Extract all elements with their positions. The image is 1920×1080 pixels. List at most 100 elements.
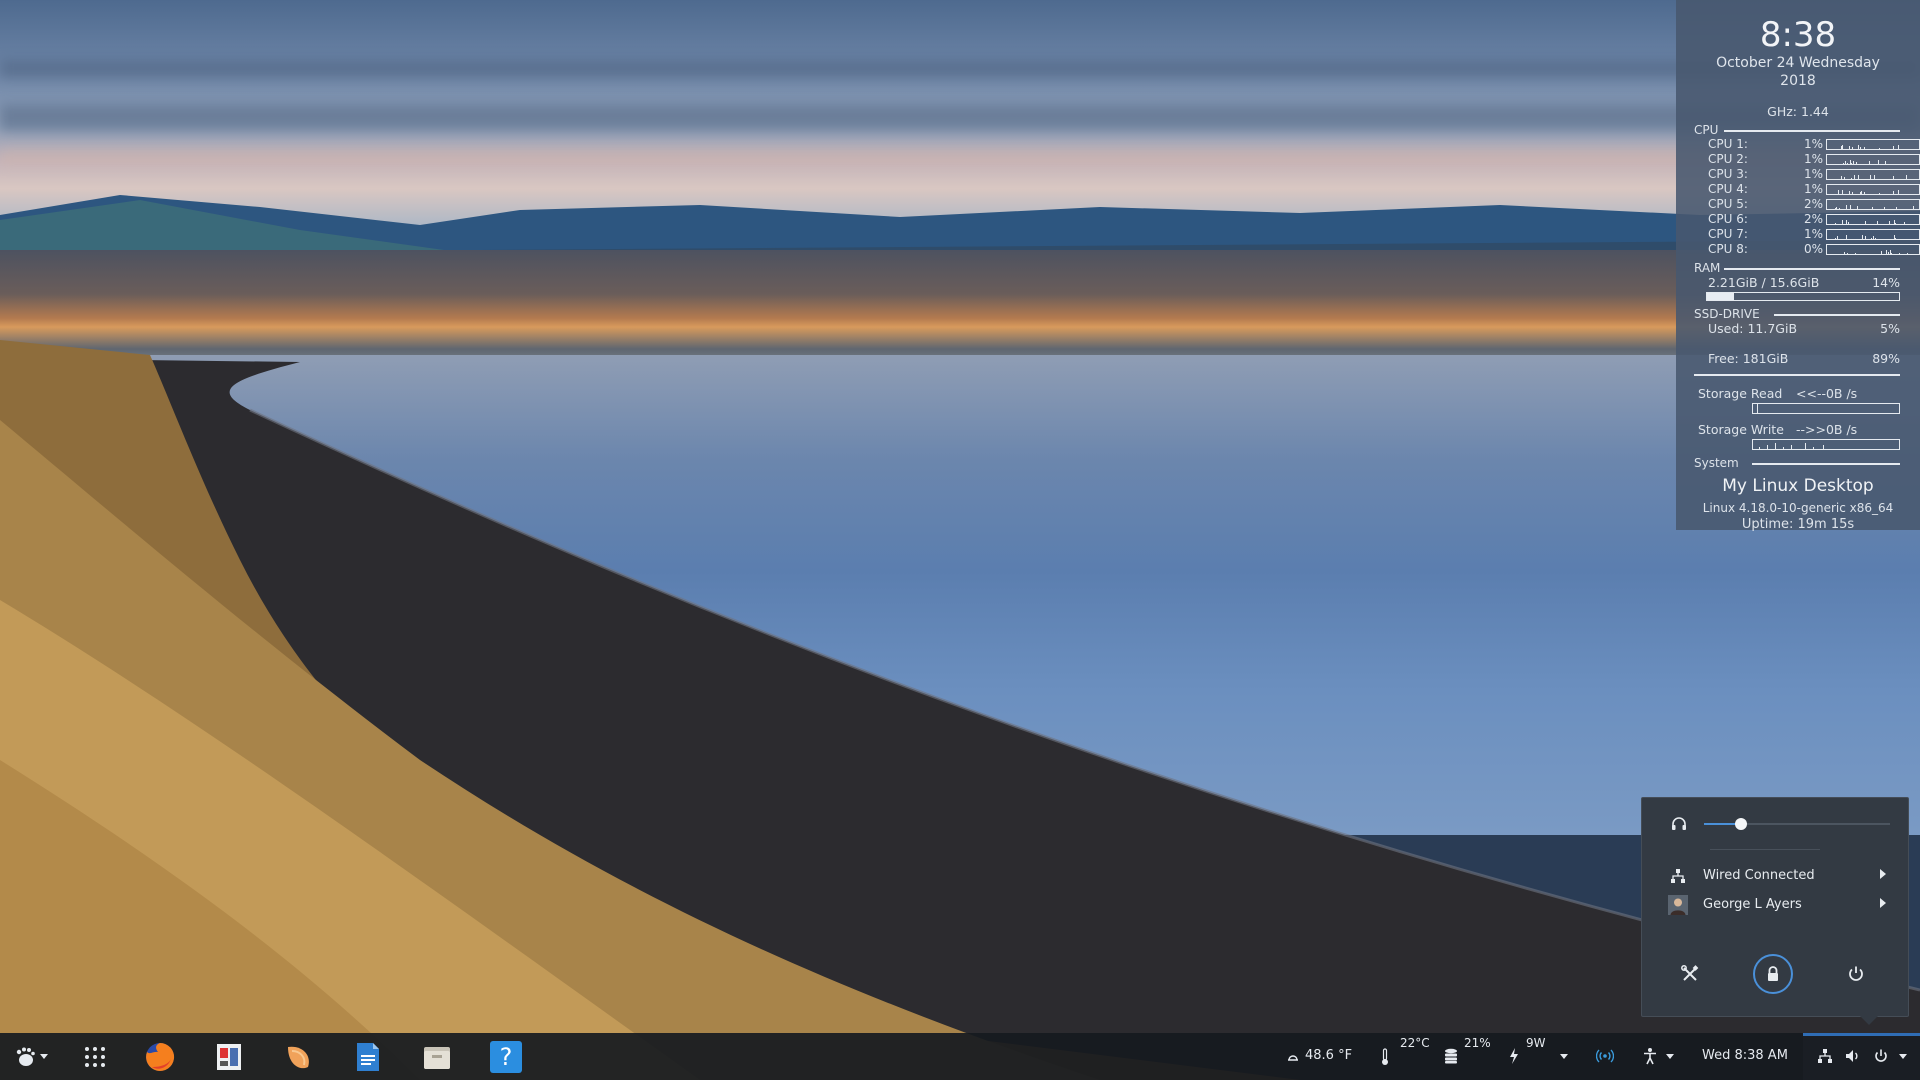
sparkline-mark — [1841, 146, 1842, 149]
app-grid-icon — [85, 1047, 105, 1067]
sparkline-mark — [1852, 192, 1853, 194]
storage-read-value: <<--0B /s — [1796, 386, 1858, 401]
fruit-app-launcher[interactable] — [282, 1041, 314, 1073]
cpu-core-label: CPU 3: — [1708, 167, 1748, 181]
network-wired-icon — [1671, 869, 1685, 883]
firefox-launcher[interactable] — [144, 1041, 176, 1073]
wireless-signal-icon — [1596, 1049, 1614, 1063]
power-off-button[interactable] — [1836, 954, 1876, 994]
ssd-section-header: SSD-DRIVE — [1694, 307, 1920, 321]
graph-mark — [1775, 443, 1776, 449]
help-launcher[interactable]: ? — [490, 1041, 522, 1073]
sparkline-mark — [1854, 175, 1855, 179]
file-manager-launcher[interactable] — [421, 1041, 453, 1073]
cpu-list: CPU 1: 1% CPU 2: 1% CPU 3: 1% CPU 4: 1% CPU 5: 2%… — [1676, 137, 1920, 257]
wireless-indicator[interactable] — [1594, 1033, 1616, 1080]
sparkline-mark — [1835, 238, 1836, 239]
system-menu-popup: Wired Connected George L Ayers — [1641, 797, 1910, 1025]
storage-read-graph — [1752, 403, 1900, 414]
volume-slider-handle[interactable] — [1735, 818, 1748, 830]
cpu-core-row: CPU 2: 1% — [1676, 152, 1920, 167]
ram-usage-bar — [1706, 292, 1900, 301]
sparkline-mark — [1835, 208, 1836, 209]
text-editor-launcher[interactable] — [352, 1041, 384, 1073]
cpu-activity-sparkline — [1835, 235, 1896, 239]
monitor-clock: 8:38 — [1759, 15, 1837, 55]
sparkline-mark — [1869, 161, 1870, 164]
ssd-used-text: Used: 11.7GiB — [1708, 321, 1798, 336]
cpu-core-label: CPU 4: — [1708, 182, 1748, 196]
sparkline-mark — [1907, 253, 1908, 254]
sparkline-mark — [1844, 252, 1845, 254]
database-icon — [1445, 1048, 1457, 1064]
weather-indicator[interactable]: 48.6 °F — [1280, 1033, 1360, 1080]
sparkline-mark — [1837, 236, 1838, 239]
cpu-core-label: CPU 6: — [1708, 212, 1748, 226]
sparkline-mark — [1851, 163, 1852, 164]
disk-indicator[interactable]: 21% — [1440, 1033, 1496, 1080]
active-indicator — [1803, 1033, 1920, 1036]
sparkline-mark — [1896, 207, 1897, 209]
sparkline-mark — [1853, 161, 1854, 164]
cpu-activity-sparkline — [1841, 175, 1907, 179]
cpu-core-label: CPU 7: — [1708, 227, 1748, 241]
cpu-activity-sparkline — [1838, 190, 1899, 194]
section-divider — [1724, 268, 1900, 270]
show-apps-button[interactable] — [80, 1033, 110, 1080]
network-menu-item[interactable]: Wired Connected — [1642, 863, 1910, 889]
graph-mark — [1767, 445, 1768, 449]
user-menu-item[interactable]: George L Ayers — [1642, 892, 1910, 918]
monitor-date: October 24 Wednesday — [1716, 55, 1880, 71]
cpu-core-percent: 2% — [1803, 212, 1823, 226]
lock-icon — [1768, 966, 1778, 981]
lock-screen-button[interactable] — [1753, 954, 1793, 994]
network-wired-icon — [1818, 1049, 1832, 1063]
sparkline-mark — [1844, 177, 1845, 179]
sparkline-mark — [1898, 190, 1899, 194]
sparkline-mark — [1884, 207, 1885, 209]
chevron-down-icon — [1899, 1054, 1907, 1059]
weather-temperature: 48.6 °F — [1305, 1048, 1353, 1063]
sparkline-mark — [1847, 253, 1848, 254]
sparkline-mark — [1860, 192, 1861, 194]
system-tray-button[interactable] — [1803, 1033, 1920, 1080]
sparkline-mark — [1906, 175, 1907, 179]
temperature-indicator[interactable]: 22°C — [1376, 1033, 1430, 1080]
main-menu-button[interactable] — [10, 1033, 52, 1080]
system-header-label: System — [1694, 456, 1739, 470]
sparkline-mark — [1843, 163, 1844, 164]
sparkline-mark — [1842, 190, 1843, 194]
accessibility-indicator[interactable] — [1640, 1033, 1676, 1080]
sparkline-mark — [1851, 178, 1852, 179]
section-divider — [1724, 130, 1900, 132]
sparkline-mark — [1836, 207, 1837, 209]
sparkline-mark — [1899, 253, 1900, 254]
cpu-core-graph — [1826, 154, 1920, 165]
volume-control[interactable] — [1670, 814, 1890, 834]
chevron-down-icon — [1666, 1054, 1674, 1059]
clock-indicator[interactable]: Wed 8:38 AM — [1700, 1033, 1792, 1080]
sparkline-mark — [1893, 191, 1894, 194]
cpu-core-percent: 1% — [1803, 152, 1823, 166]
kernel-version: Linux 4.18.0-10-generic x86_64 — [1702, 501, 1894, 515]
hostname: My Linux Desktop — [1722, 476, 1874, 496]
document-viewer-launcher[interactable] — [213, 1041, 245, 1073]
sparkline-mark — [1850, 205, 1851, 209]
sparkline-mark — [1895, 223, 1896, 224]
user-avatar-icon — [1668, 895, 1688, 915]
sparkline-mark — [1893, 146, 1894, 149]
volume-icon — [1846, 1050, 1858, 1062]
sparkline-mark — [1881, 251, 1882, 254]
settings-button[interactable] — [1670, 954, 1710, 994]
graph-mark — [1791, 445, 1792, 449]
ssd-header-label: SSD-DRIVE — [1694, 307, 1760, 321]
sparkline-mark — [1864, 192, 1865, 194]
cpu-core-graph — [1826, 139, 1920, 150]
sparkline-mark — [1857, 206, 1858, 209]
power-draw-indicator[interactable]: 9W — [1506, 1033, 1572, 1080]
desktop-wallpaper — [0, 0, 1920, 1080]
cpu-core-graph — [1826, 244, 1920, 255]
power-icon — [1875, 1049, 1887, 1062]
wallpaper-shore — [0, 340, 1920, 1080]
power-icon — [1849, 966, 1863, 981]
